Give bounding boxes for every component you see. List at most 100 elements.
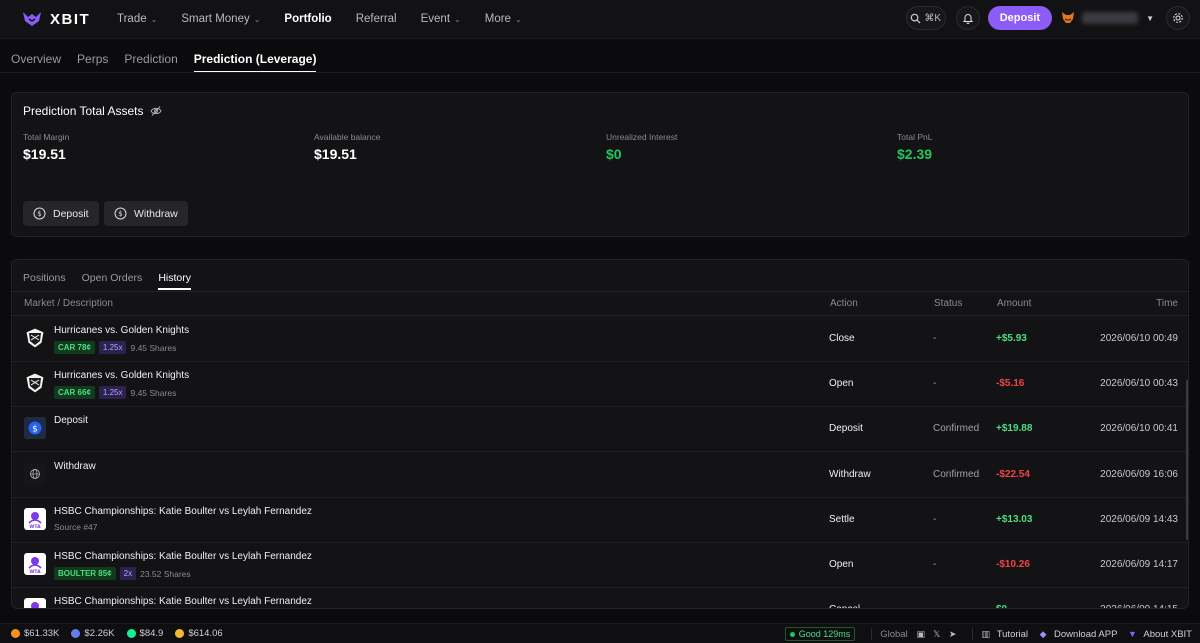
tabs-divider	[0, 72, 1200, 73]
assets-withdraw-label: Withdraw	[134, 207, 178, 220]
header-deposit-button[interactable]: Deposit	[987, 6, 1053, 30]
market-meta: CAR 78¢ 1.25x 9.45 Shares	[54, 341, 176, 354]
table-row[interactable]: WTA HSBC Championships: Katie Boulter vs …	[12, 588, 1188, 608]
nav-item-smart-money[interactable]: Smart Money ⌄	[181, 13, 260, 25]
col-time: Time	[1156, 298, 1178, 309]
chevron-down-icon: ⌄	[514, 14, 522, 24]
row-amount: -$5.16	[996, 378, 1025, 390]
row-action: Cancel	[829, 604, 860, 608]
stat-label: Total PnL	[897, 132, 933, 142]
assets-withdraw-button[interactable]: $ Withdraw	[104, 201, 188, 226]
nav-item-label: Trade	[117, 13, 147, 25]
price-ticker[interactable]: $61.33K	[11, 628, 59, 639]
history-card: Positions Open Orders History Market / Des…	[11, 259, 1189, 609]
telegram-icon[interactable]: ➤	[948, 629, 958, 639]
row-amount: +$13.03	[996, 513, 1033, 525]
metamask-fox-icon	[1062, 12, 1075, 23]
market-title: Hurricanes vs. Golden Knights	[54, 325, 190, 336]
market-title: HSBC Championships: Katie Boulter vs Ley…	[54, 551, 312, 562]
book-icon: ▥	[981, 628, 990, 639]
shares-count: 23.52 Shares	[140, 568, 191, 579]
price-ticker[interactable]: $84.9	[126, 628, 163, 639]
wallet-selector[interactable]: ▼	[1060, 6, 1154, 30]
row-time: 2026/06/09 14:15	[1100, 604, 1178, 608]
assets-deposit-button[interactable]: $ Deposit	[23, 201, 99, 226]
top-navigation-bar: XBIT Trade ⌄ Smart Money ⌄ Portfolio Referral…	[0, 0, 1200, 39]
market-title: Withdraw	[54, 460, 96, 472]
chevron-down-icon: ⌄	[150, 14, 158, 24]
table-row[interactable]: $ Deposit Deposit Confirmed +$19.88 2026/06/1…	[12, 407, 1188, 453]
tab-prediction[interactable]: Prediction	[124, 52, 177, 73]
calendar-icon[interactable]: ▣	[916, 629, 926, 639]
stat-unrealized-interest: Unrealized Interest $0	[606, 132, 677, 162]
nav-item-more[interactable]: More ⌄	[485, 13, 522, 25]
wallet-address-redacted	[1082, 12, 1139, 24]
prediction-assets-card: Prediction Total Assets Total Margin $19.…	[11, 92, 1189, 237]
nav-item-event[interactable]: Event ⌄	[421, 13, 461, 25]
svg-text:$: $	[32, 425, 38, 435]
chevron-down-icon: ⌄	[253, 14, 261, 24]
outcome-price-tag: CAR 66¢	[54, 386, 95, 400]
chevron-down-icon: ▼	[1146, 13, 1154, 23]
market-meta: Source #47	[54, 522, 97, 532]
eye-off-icon[interactable]	[149, 105, 162, 117]
withdraw-coin-icon: $	[114, 207, 127, 220]
x-twitter-icon[interactable]: 𝕏	[932, 629, 942, 639]
nhl-logo-icon	[24, 327, 46, 349]
tab-history[interactable]: History	[158, 272, 191, 290]
leverage-tag: 2x	[119, 567, 137, 580]
row-time: 2026/06/10 00:49	[1100, 333, 1178, 344]
bnb-coin-icon	[175, 629, 185, 638]
nav-item-portfolio[interactable]: Portfolio	[284, 13, 331, 25]
xbit-small-icon: ▼	[1127, 629, 1137, 639]
tutorial-link[interactable]: ▥ Tutorial	[981, 629, 1028, 640]
tab-positions[interactable]: Positions	[23, 272, 66, 290]
price-ticker[interactable]: $2.26K	[71, 628, 115, 639]
brand-name: XBIT	[50, 10, 91, 28]
search-button[interactable]: ⌘K	[905, 6, 946, 30]
stat-total-margin: Total Margin $19.51	[23, 132, 69, 162]
tab-perps[interactable]: Perps	[77, 52, 108, 73]
row-amount: -$22.54	[996, 468, 1030, 480]
status-footer: $61.33K $2.26K $84.9 $614.06 Good 129ms Glo…	[0, 623, 1200, 643]
notifications-button[interactable]	[955, 6, 980, 30]
tab-open-orders[interactable]: Open Orders	[82, 272, 143, 290]
tab-prediction-leverage[interactable]: Prediction (Leverage)	[193, 52, 317, 73]
stat-value: $2.39	[897, 146, 933, 162]
brand-logo[interactable]: XBIT	[22, 11, 117, 28]
deposit-coin-icon: $	[33, 207, 46, 220]
table-row[interactable]: WTA HSBC Championships: Katie Boulter vs …	[12, 543, 1188, 588]
row-action: Close	[829, 333, 855, 344]
stat-label: Unrealized Interest	[606, 132, 678, 142]
price-ticker[interactable]: $614.06	[175, 628, 223, 639]
shares-count: 9.45 Shares	[130, 387, 177, 398]
about-link[interactable]: ▼ About XBIT	[1127, 629, 1192, 640]
nav-item-trade[interactable]: Trade ⌄	[117, 13, 157, 25]
region-label[interactable]: Global	[880, 629, 907, 640]
table-row[interactable]: WTA HSBC Championships: Katie Boulter vs …	[12, 498, 1188, 543]
table-row[interactable]: Hurricanes vs. Golden Knights CAR 78¢ 1.25…	[12, 317, 1188, 362]
xbit-logo-icon	[23, 12, 41, 26]
ticker-value: $61.33K	[24, 628, 60, 639]
row-amount: $0	[996, 604, 1007, 608]
history-scrollbar[interactable]	[1186, 380, 1188, 540]
table-row[interactable]: Hurricanes vs. Golden Knights CAR 66¢ 1.25…	[12, 362, 1188, 408]
nav-item-label: Smart Money	[181, 13, 250, 25]
download-app-link[interactable]: ◆ Download APP	[1038, 628, 1118, 640]
tab-overview[interactable]: Overview	[11, 52, 61, 73]
nav-item-referral[interactable]: Referral	[356, 13, 397, 25]
row-time: 2026/06/10 00:43	[1100, 378, 1178, 390]
col-market: Market / Description	[24, 298, 113, 309]
app-cube-icon: ◆	[1039, 628, 1047, 639]
row-time: 2026/06/09 16:06	[1100, 468, 1178, 480]
settings-button[interactable]	[1166, 6, 1190, 30]
outcome-price-tag: CAR 78¢	[54, 341, 95, 354]
leverage-tag: 1.25x	[98, 386, 127, 400]
col-amount: Amount	[997, 298, 1032, 309]
table-row[interactable]: Withdraw Withdraw Confirmed -$22.54 2026/06/…	[12, 453, 1188, 498]
download-text: Download APP	[1054, 628, 1118, 640]
col-status: Status	[934, 298, 963, 309]
globe-icon	[24, 462, 46, 485]
row-status: -	[933, 378, 937, 390]
svg-text:$: $	[118, 210, 122, 218]
